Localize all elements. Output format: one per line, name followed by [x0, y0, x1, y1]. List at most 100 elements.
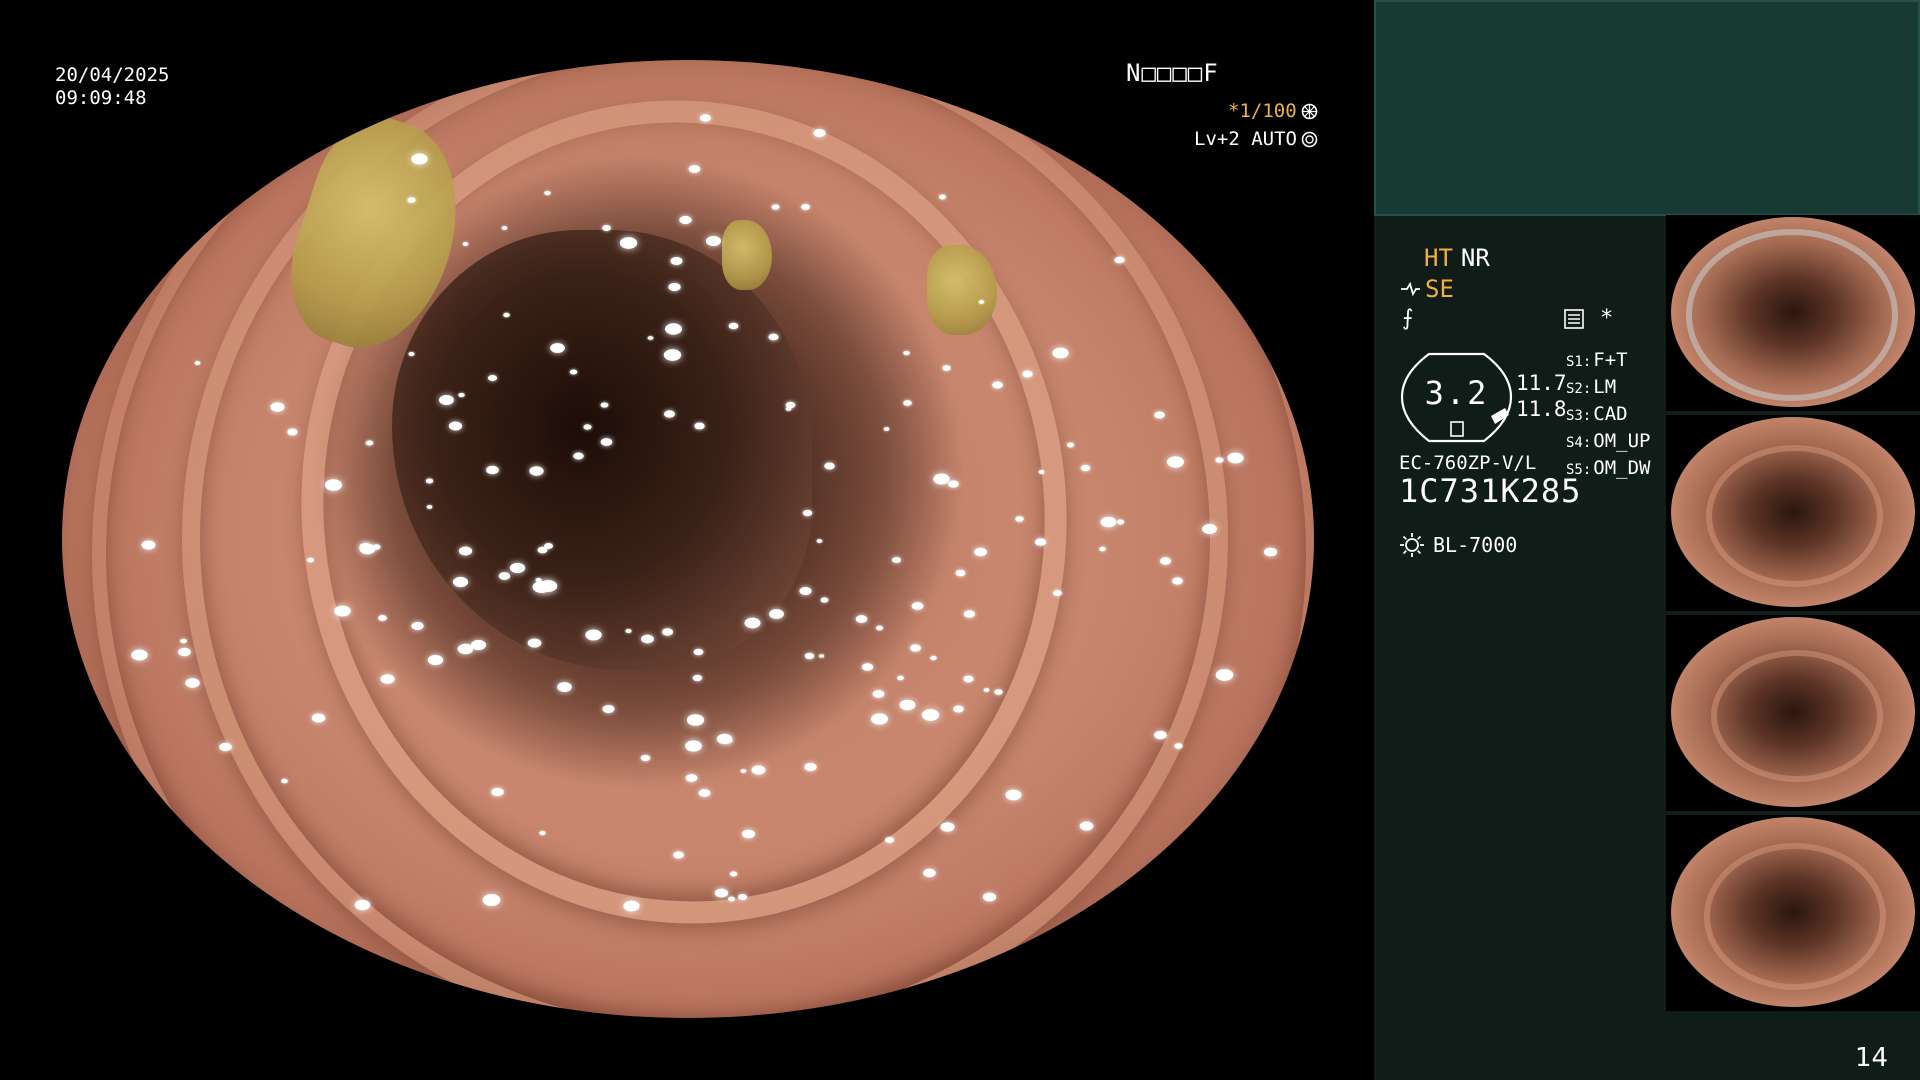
switch-item: S3: CAD: [1566, 403, 1628, 425]
specular-glint: [884, 836, 894, 843]
specular-glint: [861, 662, 874, 671]
specular-glint: [800, 204, 810, 210]
magnification-gauge: 3.2: [1399, 350, 1514, 445]
specular-glint: [694, 422, 705, 430]
specular-glint: [549, 342, 565, 353]
specular-glint: [799, 586, 812, 595]
specular-glint: [816, 539, 822, 544]
specular-glint: [668, 282, 681, 291]
specular-glint: [378, 615, 387, 621]
ht-nr-row: HT NR: [1424, 245, 1490, 271]
specular-glint: [556, 681, 572, 692]
specular-glint: [624, 629, 632, 634]
scope-serial: 1C731K285: [1399, 472, 1582, 510]
gauge-value: 3.2: [1424, 374, 1489, 412]
specular-glint: [333, 605, 351, 617]
captured-thumbnail[interactable]: [1666, 215, 1920, 411]
specular-glint: [583, 423, 592, 430]
specular-glint: [1052, 347, 1069, 359]
switch-item: S4: OM_UP: [1566, 430, 1651, 452]
specular-glint: [1201, 524, 1217, 534]
exam-date: 20/04/2025: [55, 64, 170, 86]
specular-glint: [1100, 516, 1117, 528]
captured-thumbnail[interactable]: [1666, 815, 1920, 1011]
light-source-row: BL-7000: [1399, 532, 1517, 558]
thumbnail-fold: [1686, 229, 1898, 401]
stool-residue: [927, 245, 997, 335]
specular-glint: [902, 399, 912, 406]
specular-glint: [1079, 821, 1093, 831]
light-source-name: BL-7000: [1433, 533, 1518, 557]
sun-icon: [1400, 533, 1424, 557]
specular-glint: [744, 617, 761, 629]
specular-glint: [573, 452, 584, 460]
specular-glint: [1215, 668, 1234, 681]
specular-glint: [287, 428, 298, 436]
specular-glint: [983, 688, 990, 693]
stool-residue: [722, 220, 772, 290]
specular-glint: [1227, 452, 1244, 464]
specular-glint: [870, 713, 889, 725]
thumbnail-fold: [1704, 843, 1886, 990]
specular-glint: [740, 768, 747, 773]
specular-glint: [820, 597, 829, 603]
specular-glint: [994, 689, 1003, 695]
specular-glint: [953, 705, 964, 713]
specular-glint: [647, 335, 653, 340]
specular-glint: [307, 557, 315, 562]
specular-glint: [692, 674, 703, 681]
star-marker: *: [1600, 306, 1614, 331]
specular-glint: [1022, 370, 1033, 378]
specular-glint: [974, 547, 987, 556]
iris-icon: [1301, 131, 1318, 148]
captured-thumbnail[interactable]: [1666, 615, 1920, 811]
specular-glint: [824, 462, 835, 470]
specular-glint: [487, 374, 497, 381]
specular-glint: [457, 643, 474, 654]
specular-glint: [921, 709, 940, 721]
specular-glint: [359, 542, 372, 551]
specular-glint: [411, 153, 428, 165]
endoscope-view: 20/04/2025 09:09:48 N□□□□F *1/100 Lv+2 A…: [0, 0, 1374, 1080]
specular-glint: [410, 622, 424, 631]
menu-grid-icon: [1564, 309, 1584, 329]
specular-glint: [933, 473, 950, 485]
se-row: SE: [1399, 276, 1454, 302]
specular-glint: [623, 900, 640, 912]
specular-glint: [619, 237, 637, 249]
shutter-value: *1/100: [1228, 100, 1297, 122]
specular-glint: [729, 871, 737, 877]
specular-glint: [529, 465, 544, 476]
captured-thumbnail[interactable]: [1666, 415, 1920, 611]
specular-glint: [501, 225, 508, 230]
switch-item: S1: F+T: [1566, 349, 1628, 371]
specular-glint: [1153, 730, 1167, 740]
specular-glint: [1166, 455, 1184, 468]
side-value-bottom: 11.8: [1516, 397, 1567, 421]
specular-glint: [892, 556, 902, 563]
specular-glint: [714, 888, 728, 897]
ht-label: HT: [1424, 244, 1453, 272]
f-symbol: ⨍: [1402, 306, 1414, 331]
exam-time: 09:09:48: [55, 87, 147, 109]
specular-glint: [742, 829, 756, 839]
specular-glint: [177, 647, 191, 657]
specular-glint: [923, 868, 936, 878]
switch-item: S2: LM: [1566, 376, 1617, 398]
specular-glint: [693, 648, 704, 656]
specular-glint: [427, 654, 444, 666]
structure-enhance-icon: [1401, 281, 1420, 297]
specular-glint: [324, 479, 342, 491]
specular-glint: [664, 323, 682, 336]
specular-glint: [1173, 742, 1183, 749]
specular-glint: [585, 629, 602, 640]
switch-assignments: S1: F+T S2: LM S3: CAD S4: OM_UP S5: OM_DW: [1566, 348, 1651, 483]
specular-glint: [804, 762, 817, 772]
specular-glint: [940, 822, 955, 832]
specular-glint: [184, 677, 200, 688]
specular-glint: [684, 740, 702, 752]
specular-glint: [641, 754, 651, 761]
side-value-top: 11.7: [1516, 371, 1567, 395]
specular-glint: [408, 351, 415, 356]
shutter-icon: [1301, 103, 1317, 120]
